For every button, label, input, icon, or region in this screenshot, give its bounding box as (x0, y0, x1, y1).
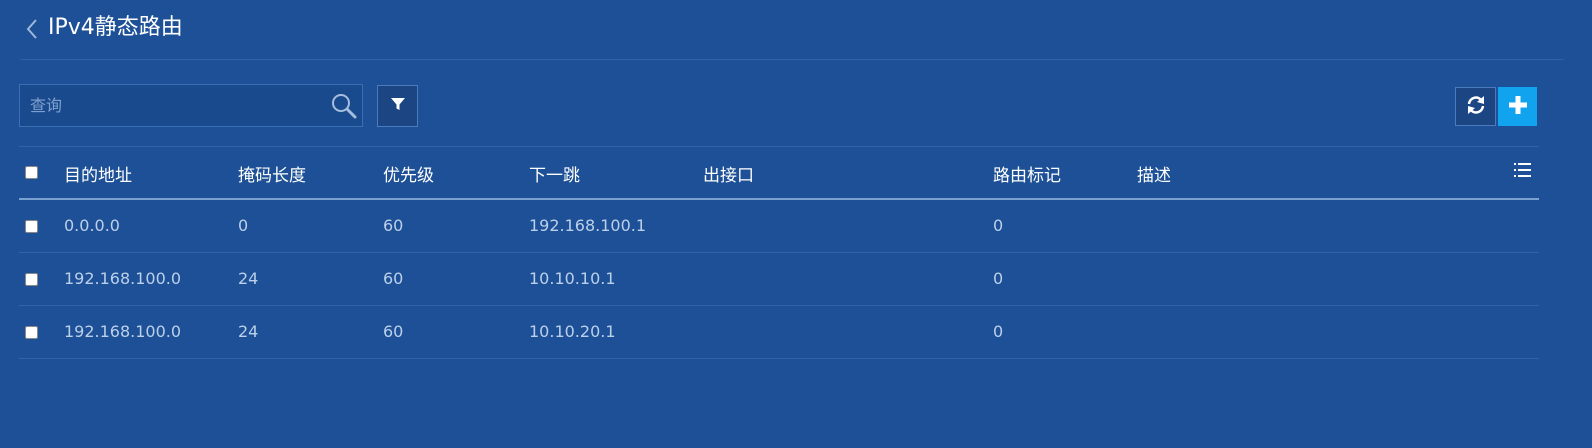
cell-priority: 60 (383, 322, 404, 341)
search-icon[interactable] (330, 92, 358, 120)
cell-next-hop: 192.168.100.1 (529, 216, 647, 235)
column-header-priority[interactable]: 优先级 (383, 161, 434, 186)
column-header-mask-length[interactable]: 掩码长度 (238, 161, 306, 186)
cell-mask-length: 0 (238, 216, 249, 235)
cell-mask-length: 24 (238, 322, 259, 341)
select-all-checkbox[interactable] (25, 166, 38, 179)
chevron-left-icon[interactable] (24, 17, 40, 41)
refresh-button[interactable] (1455, 87, 1496, 126)
column-header-destination[interactable]: 目的地址 (64, 161, 132, 186)
cell-destination: 0.0.0.0 (64, 216, 120, 235)
filter-button[interactable] (377, 85, 418, 127)
search-box (19, 84, 363, 127)
list-columns-icon[interactable] (1514, 162, 1531, 178)
refresh-icon (1465, 94, 1487, 120)
column-header-interface[interactable]: 出接口 (703, 161, 754, 186)
cell-route-tag: 0 (993, 322, 1004, 341)
column-header-next-hop[interactable]: 下一跳 (529, 161, 580, 186)
cell-next-hop: 10.10.20.1 (529, 322, 616, 341)
cell-destination: 192.168.100.0 (64, 322, 182, 341)
row-checkbox[interactable] (25, 220, 38, 233)
table-row[interactable]: 192.168.100.0 24 60 10.10.10.1 0 (19, 253, 1539, 306)
search-input[interactable] (20, 85, 320, 126)
column-header-route-tag[interactable]: 路由标记 (993, 161, 1061, 186)
page-header: IPv4静态路由 (20, 0, 1564, 60)
row-checkbox[interactable] (25, 273, 38, 286)
cell-destination: 192.168.100.0 (64, 269, 182, 288)
add-button[interactable] (1498, 87, 1537, 126)
table-header: 目的地址 掩码长度 优先级 下一跳 出接口 路由标记 描述 (19, 146, 1539, 200)
page-title: IPv4静态路由 (48, 15, 183, 40)
cell-mask-length: 24 (238, 269, 259, 288)
table-row[interactable]: 192.168.100.0 24 60 10.10.20.1 0 (19, 306, 1539, 359)
row-checkbox[interactable] (25, 326, 38, 339)
cell-route-tag: 0 (993, 269, 1004, 288)
plus-icon (1508, 95, 1528, 119)
filter-icon (390, 96, 406, 116)
cell-priority: 60 (383, 216, 404, 235)
cell-next-hop: 10.10.10.1 (529, 269, 616, 288)
cell-route-tag: 0 (993, 216, 1004, 235)
cell-priority: 60 (383, 269, 404, 288)
table-row[interactable]: 0.0.0.0 0 60 192.168.100.1 0 (19, 200, 1539, 253)
column-header-description[interactable]: 描述 (1137, 161, 1171, 186)
routes-table: 目的地址 掩码长度 优先级 下一跳 出接口 路由标记 描述 0.0.0.0 0 … (19, 146, 1539, 359)
